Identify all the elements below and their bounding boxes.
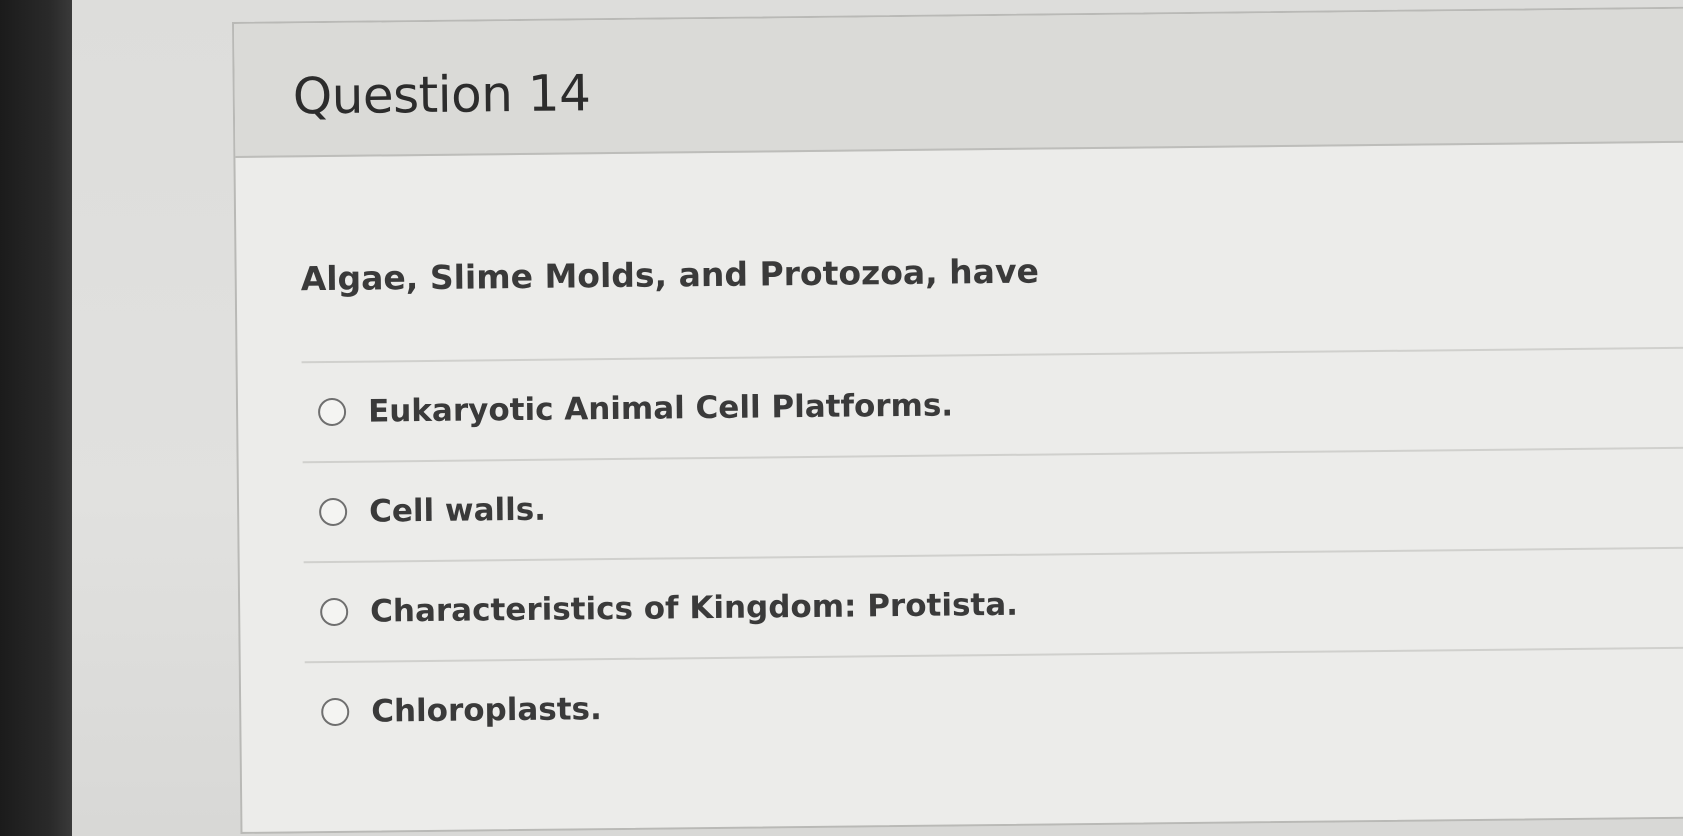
question-title: Question 14 (292, 64, 591, 126)
question-prompt: Algae, Slime Molds, and Protozoa, have (300, 251, 1040, 299)
radio-button-icon[interactable] (318, 497, 348, 527)
answer-list: Eukaryotic Animal Cell Platforms. Cell w… (301, 346, 1683, 762)
question-card: Question 14 Algae, Slime Molds, and Prot… (232, 6, 1683, 834)
answer-option[interactable]: Chloroplasts. (304, 646, 1683, 762)
answer-option[interactable]: Characteristics of Kingdom: Protista. (303, 546, 1683, 662)
answer-label[interactable]: Chloroplasts. (371, 691, 602, 729)
monitor-bezel (0, 0, 72, 836)
answer-option[interactable]: Cell walls. (302, 446, 1683, 562)
radio-button-icon[interactable] (317, 397, 347, 427)
question-header: Question 14 (234, 8, 1683, 158)
answer-label[interactable]: Cell walls. (369, 492, 546, 530)
radio-button-icon[interactable] (320, 597, 349, 627)
answer-label[interactable]: Characteristics of Kingdom: Protista. (370, 587, 1018, 630)
answer-label[interactable]: Eukaryotic Animal Cell Platforms. (368, 387, 953, 429)
radio-button-icon[interactable] (321, 697, 350, 727)
answer-option[interactable]: Eukaryotic Animal Cell Platforms. (301, 346, 1683, 462)
